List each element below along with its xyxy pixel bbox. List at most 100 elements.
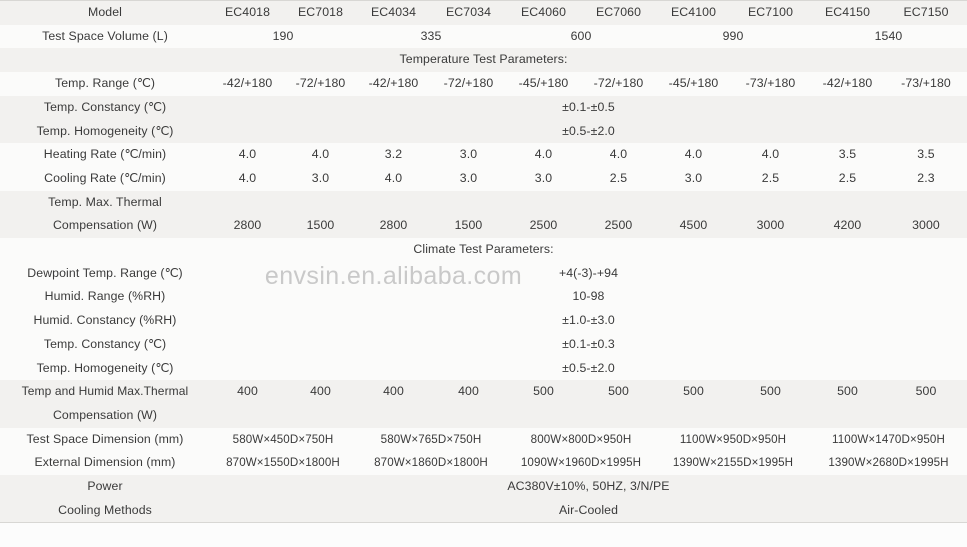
temp-range-cell-8: -42/+180 (810, 72, 885, 96)
temp-humid-thermal-cell-7: 500 (731, 380, 810, 404)
temp-humid-thermal-spacer-9 (885, 403, 967, 428)
cooling-rate-cell-6: 3.0 (656, 166, 731, 191)
model-cell-2: EC4034 (356, 0, 431, 25)
power-value: AC380V±10%, 50HZ, 3/N/PE (210, 475, 967, 499)
temp-range-cell-5: -72/+180 (581, 72, 656, 96)
temp-humid-thermal-cell-2: 400 (356, 380, 431, 404)
row-label-temp-homogeneity: Temp. Homogeneity (℃) (0, 119, 210, 144)
temp-max-thermal-spacer-5 (581, 190, 656, 215)
temp-max-thermal-cell-1: 1500 (285, 214, 356, 239)
row-label-humid-range: Humid. Range (%RH) (0, 285, 210, 310)
temp-humid-thermal-spacer-8 (810, 403, 885, 428)
temp-max-thermal-cell-7: 3000 (731, 214, 810, 239)
table-row-temp-homogeneity: Temp. Homogeneity (℃) ±0.5-±2.0 (0, 119, 967, 144)
row-label-temp-max-thermal-1: Temp. Max. Thermal (0, 190, 210, 215)
heating-rate-cell-5: 4.0 (581, 143, 656, 167)
cooling-rate-cell-4: 3.0 (506, 166, 581, 191)
table-row-temp-max-thermal-line1: Temp. Max. Thermal (0, 190, 967, 215)
heating-rate-cell-3: 3.0 (431, 143, 506, 167)
temp-max-thermal-spacer-8 (810, 190, 885, 215)
external-dim-cell-2: 1090W×1960D×1995H (506, 451, 656, 476)
row-label-climate-temp-constancy: Temp. Constancy (℃) (0, 332, 210, 357)
heating-rate-cell-6: 4.0 (656, 143, 731, 167)
temp-max-thermal-cell-4: 2500 (506, 214, 581, 239)
model-cell-9: EC7150 (885, 0, 967, 25)
table-row-volume: Test Space Volume (L) 190 335 600 990 15… (0, 24, 967, 49)
model-cell-7: EC7100 (731, 0, 810, 25)
table-row-dewpoint: Dewpoint Temp. Range (℃) +4(-3)-+94 (0, 261, 967, 286)
cooling-rate-cell-0: 4.0 (210, 166, 285, 191)
heating-rate-cell-2: 3.2 (356, 143, 431, 167)
temp-humid-thermal-spacer-4 (506, 403, 581, 428)
temp-humid-thermal-cell-4: 500 (506, 380, 581, 404)
temp-max-thermal-cell-6: 4500 (656, 214, 731, 239)
row-label-external-dimension: External Dimension (mm) (0, 451, 210, 476)
cooling-rate-cell-8: 2.5 (810, 166, 885, 191)
cooling-rate-cell-9: 2.3 (885, 166, 967, 191)
model-cell-4: EC4060 (506, 0, 581, 25)
temp-constancy-value: ±0.1-±0.5 (210, 95, 967, 120)
temp-range-cell-1: -72/+180 (285, 72, 356, 96)
table-row-temp-max-thermal-line2: Compensation (W) 2800 1500 2800 1500 250… (0, 214, 967, 239)
section-header-temperature: Temperature Test Parameters: (0, 48, 967, 73)
table-row-temp-range: Temp. Range (℃) -42/+180 -72/+180 -42/+1… (0, 72, 967, 96)
table-row-temp-humid-thermal-line1: Temp and Humid Max.Thermal 400 400 400 4… (0, 380, 967, 404)
temp-max-thermal-spacer-3 (431, 190, 506, 215)
temp-humid-thermal-spacer-3 (431, 403, 506, 428)
volume-cell-4: 1540 (810, 24, 967, 49)
specification-table: Model EC4018 EC7018 EC4034 EC7034 EC4060… (0, 0, 967, 524)
test-space-dim-cell-3: 1100W×950D×950H (656, 427, 810, 452)
temp-max-thermal-cell-0: 2800 (210, 214, 285, 239)
table-row-climate-section: Climate Test Parameters: (0, 238, 967, 262)
climate-temp-homogeneity-value: ±0.5-±2.0 (210, 356, 967, 381)
model-cell-0: EC4018 (210, 0, 285, 25)
temp-max-thermal-spacer-6 (656, 190, 731, 215)
volume-cell-1: 335 (356, 24, 506, 49)
temp-max-thermal-spacer-1 (285, 190, 356, 215)
row-label-temp-humid-thermal-1: Temp and Humid Max.Thermal (0, 380, 210, 404)
temp-humid-thermal-spacer-7 (731, 403, 810, 428)
row-label-volume: Test Space Volume (L) (0, 24, 210, 49)
temp-humid-thermal-spacer-2 (356, 403, 431, 428)
row-label-model: Model (0, 0, 210, 25)
row-label-dewpoint: Dewpoint Temp. Range (℃) (0, 261, 210, 286)
model-cell-3: EC7034 (431, 0, 506, 25)
temp-homogeneity-value: ±0.5-±2.0 (210, 119, 967, 144)
row-label-climate-temp-homogeneity: Temp. Homogeneity (℃) (0, 356, 210, 381)
temp-humid-thermal-spacer-6 (656, 403, 731, 428)
external-dim-cell-1: 870W×1860D×1800H (356, 451, 506, 476)
temp-range-cell-6: -45/+180 (656, 72, 731, 96)
temp-humid-thermal-cell-1: 400 (285, 380, 356, 404)
temp-humid-thermal-cell-6: 500 (656, 380, 731, 404)
table-row-temp-section: Temperature Test Parameters: (0, 48, 967, 73)
table-row-temp-constancy: Temp. Constancy (℃) ±0.1-±0.5 (0, 95, 967, 120)
temp-max-thermal-cell-2: 2800 (356, 214, 431, 239)
heating-rate-cell-8: 3.5 (810, 143, 885, 167)
table-row-heating-rate: Heating Rate (℃/min) 4.0 4.0 3.2 3.0 4.0… (0, 143, 967, 167)
temp-humid-thermal-spacer-1 (285, 403, 356, 428)
table-row-external-dimension: External Dimension (mm) 870W×1550D×1800H… (0, 451, 967, 476)
temp-humid-thermal-cell-0: 400 (210, 380, 285, 404)
model-cell-8: EC4150 (810, 0, 885, 25)
climate-temp-constancy-value: ±0.1-±0.3 (210, 332, 967, 357)
heating-rate-cell-0: 4.0 (210, 143, 285, 167)
model-cell-6: EC4100 (656, 0, 731, 25)
temp-humid-thermal-spacer-5 (581, 403, 656, 428)
heating-rate-cell-7: 4.0 (731, 143, 810, 167)
section-header-climate: Climate Test Parameters: (0, 238, 967, 262)
temp-humid-thermal-cell-8: 500 (810, 380, 885, 404)
row-label-power: Power (0, 475, 210, 499)
temp-range-cell-7: -73/+180 (731, 72, 810, 96)
temp-range-cell-4: -45/+180 (506, 72, 581, 96)
temp-humid-thermal-cell-5: 500 (581, 380, 656, 404)
cooling-rate-cell-1: 3.0 (285, 166, 356, 191)
external-dim-cell-3: 1390W×2155D×1995H (656, 451, 810, 476)
test-space-dim-cell-1: 580W×765D×750H (356, 427, 506, 452)
test-space-dim-cell-0: 580W×450D×750H (210, 427, 356, 452)
cooling-rate-cell-3: 3.0 (431, 166, 506, 191)
external-dim-cell-0: 870W×1550D×1800H (210, 451, 356, 476)
row-label-test-space-dimension: Test Space Dimension (mm) (0, 427, 210, 452)
temp-humid-thermal-cell-9: 500 (885, 380, 967, 404)
external-dim-cell-4: 1390W×2680D×1995H (810, 451, 967, 476)
table-row-humid-constancy: Humid. Constancy (%RH) ±1.0-±3.0 (0, 309, 967, 333)
